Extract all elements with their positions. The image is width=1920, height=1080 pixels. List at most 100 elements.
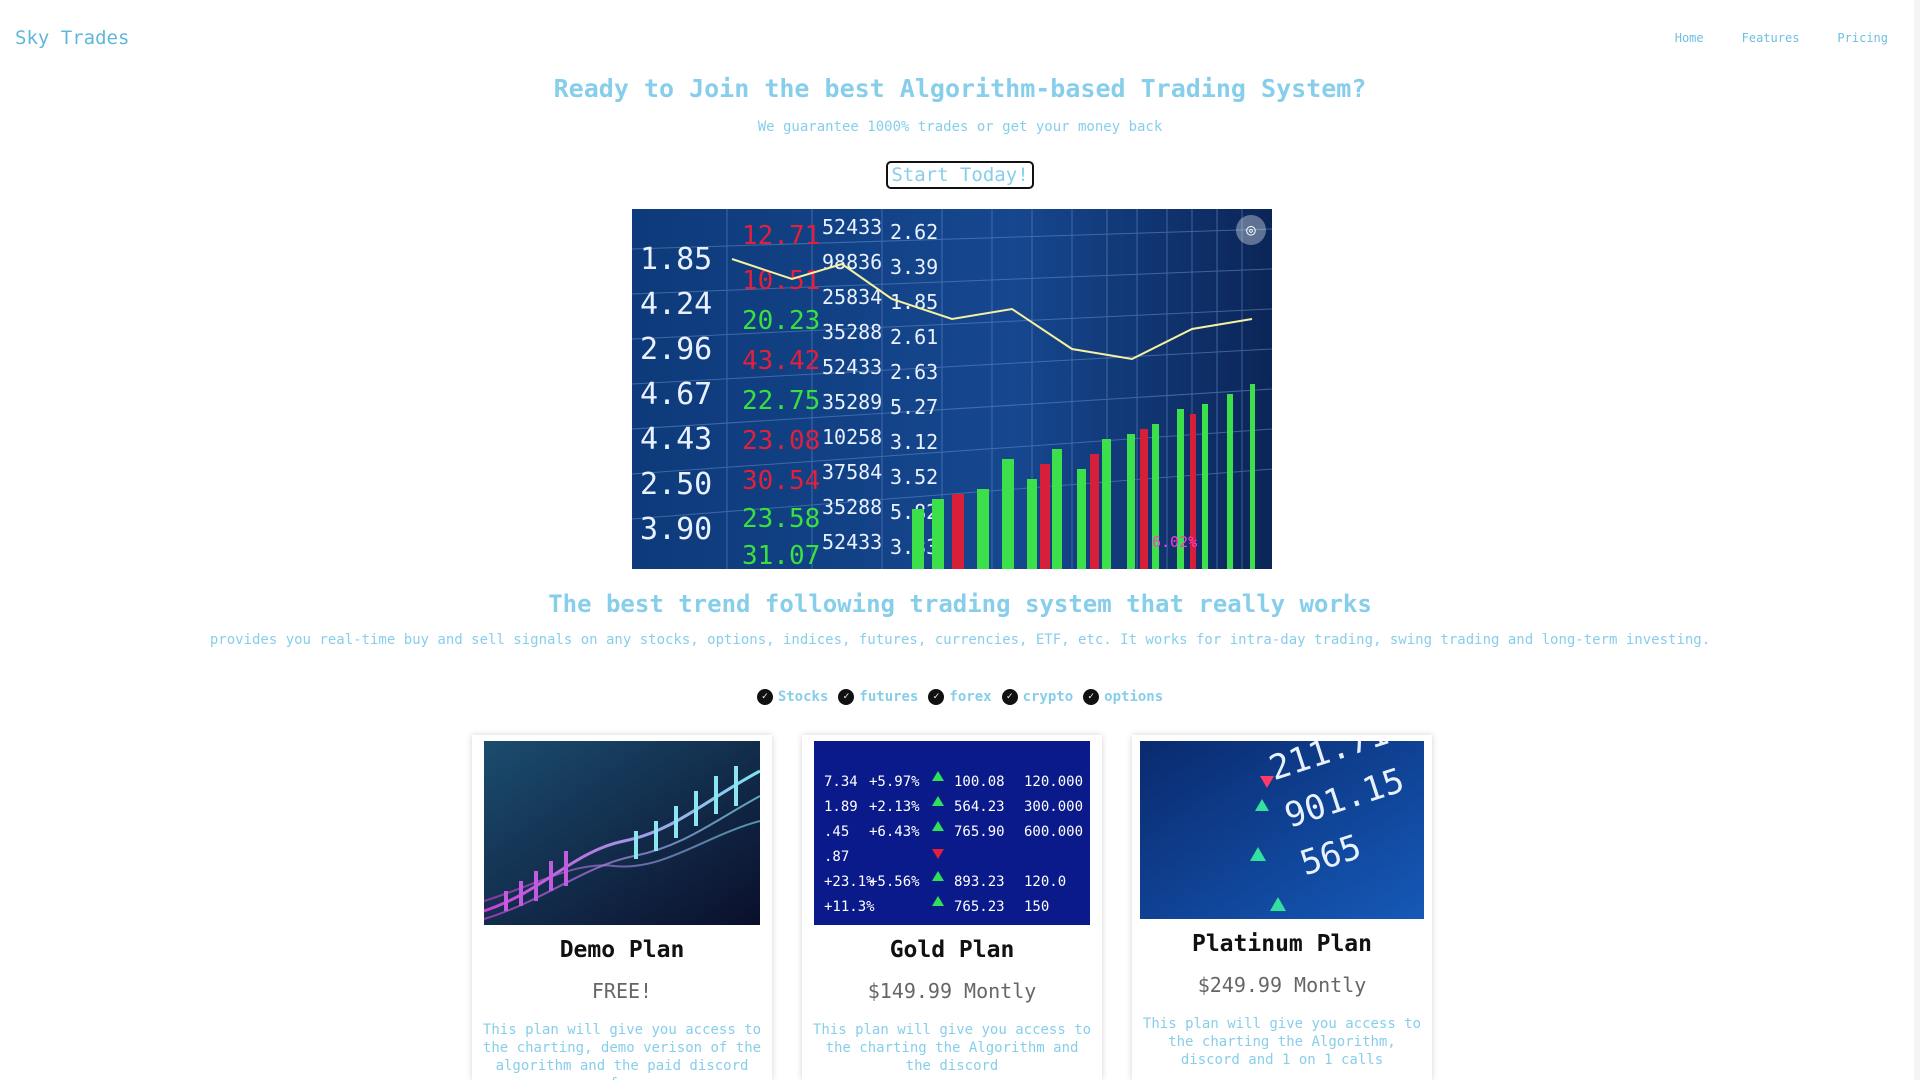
plan-image-chart	[484, 741, 760, 925]
market-item-options: ✓ options	[1083, 689, 1163, 705]
svg-text:1.85: 1.85	[890, 290, 938, 314]
svg-text:.45: .45	[824, 824, 849, 840]
market-item-futures: ✓ futures	[838, 689, 918, 705]
check-circle-icon: ✓	[928, 689, 945, 705]
svg-text:12.71: 12.71	[742, 221, 820, 251]
plan-price: $149.99 Montly	[867, 979, 1037, 1003]
svg-text:30.54: 30.54	[742, 466, 820, 496]
check-circle-icon: ✓	[1001, 689, 1018, 705]
svg-text:1.89: 1.89	[824, 799, 858, 815]
svg-text:3.90: 3.90	[640, 512, 712, 547]
plan-title: Gold Plan	[889, 937, 1015, 963]
check-circle-icon: ✓	[1083, 689, 1100, 705]
svg-text:2.62: 2.62	[890, 220, 938, 244]
nav-pricing-link[interactable]: Pricing	[1837, 31, 1888, 45]
page-scrollbar[interactable]	[1914, 0, 1920, 1080]
nav-features-link[interactable]: Features	[1742, 31, 1800, 45]
svg-text:+5.56%: +5.56%	[869, 874, 920, 890]
plan-price: $249.99 Montly	[1197, 973, 1367, 997]
plan-card-platinum[interactable]: 211.71 901.15 565 Platinum Plan $249.99 …	[1132, 735, 1432, 1080]
svg-text:2.61: 2.61	[890, 325, 938, 349]
svg-text:23.08: 23.08	[742, 426, 820, 456]
svg-text:120.000: 120.000	[1024, 774, 1083, 790]
market-item-crypto: ✓ crypto	[1001, 689, 1074, 705]
nav-home-link[interactable]: Home	[1675, 31, 1704, 45]
svg-text:23.58: 23.58	[742, 504, 820, 534]
svg-text:600.000: 600.000	[1024, 824, 1083, 840]
svg-text:893.23: 893.23	[954, 874, 1005, 890]
svg-text:20.23: 20.23	[742, 306, 820, 336]
plan-card-gold[interactable]: 7.34 1.89 .45 .87 +23.1% +11.3% +5.97% +…	[802, 735, 1102, 1080]
svg-text:+6.43%: +6.43%	[869, 824, 920, 840]
plan-price: FREE!	[591, 979, 653, 1003]
svg-text:+2.13%: +2.13%	[869, 799, 920, 815]
plan-image-ticker: 7.34 1.89 .45 .87 +23.1% +11.3% +5.97% +…	[814, 741, 1090, 925]
market-label: futures	[859, 689, 919, 705]
svg-text:+5.97%: +5.97%	[869, 774, 920, 790]
svg-text:2.50: 2.50	[640, 467, 712, 502]
stock-board-graphic: 1.85 4.24 2.96 4.67 4.43 2.50 3.90 12.71…	[632, 209, 1272, 569]
svg-text:35288: 35288	[822, 320, 882, 344]
svg-text:2.96: 2.96	[640, 332, 712, 367]
svg-text:37584: 37584	[822, 460, 882, 484]
svg-text:765.90: 765.90	[954, 824, 1005, 840]
svg-text:52433: 52433	[822, 215, 882, 239]
section-description: provides you real-time buy and sell sign…	[209, 632, 1711, 648]
svg-text:4.43: 4.43	[640, 422, 712, 457]
svg-text:5.27: 5.27	[890, 395, 938, 419]
hero-headline: Ready to Join the best Algorithm-based T…	[553, 74, 1367, 103]
svg-text:564.23: 564.23	[954, 799, 1005, 815]
market-item-stocks: ✓ Stocks	[756, 689, 829, 705]
svg-text:300.000: 300.000	[1024, 799, 1083, 815]
plan-image-board: 211.71 901.15 565	[1140, 741, 1424, 919]
svg-text:52433: 52433	[822, 530, 882, 554]
svg-text:10258: 10258	[822, 425, 882, 449]
hero-image-percent: 6.02%	[1152, 533, 1197, 551]
svg-text:43.42: 43.42	[742, 346, 820, 376]
svg-text:2.63: 2.63	[890, 360, 938, 384]
hero-stock-board-image: 1.85 4.24 2.96 4.67 4.43 2.50 3.90 12.71…	[632, 209, 1272, 569]
section-title: The best trend following trading system …	[548, 590, 1372, 618]
svg-text:10.51: 10.51	[742, 266, 820, 296]
navbar: Sky Trades Home Features Pricing	[0, 0, 1920, 76]
hero-subline: We guarantee 1000% trades or get your mo…	[757, 119, 1163, 135]
svg-text:765.23: 765.23	[954, 899, 1005, 915]
svg-text:7.34: 7.34	[824, 774, 858, 790]
svg-text:35289: 35289	[822, 390, 882, 414]
pricing-cards: Demo Plan FREE! This plan will give you …	[0, 735, 1920, 1080]
svg-text:150: 150	[1024, 899, 1049, 915]
market-label: forex	[949, 689, 992, 705]
svg-text:120.0: 120.0	[1024, 874, 1066, 890]
plan-title: Platinum Plan	[1191, 931, 1372, 957]
svg-text:4.67: 4.67	[640, 377, 712, 412]
svg-text:1.85: 1.85	[640, 242, 712, 277]
market-list: ✓ Stocks ✓ futures ✓ forex ✓ crypto ✓ op…	[0, 689, 1920, 705]
plan-description: This plan will give you access to the ch…	[812, 1022, 1092, 1074]
svg-text:4.24: 4.24	[640, 287, 712, 322]
svg-text:100.08: 100.08	[954, 774, 1005, 790]
svg-text:22.75: 22.75	[742, 386, 820, 416]
plan-card-demo[interactable]: Demo Plan FREE! This plan will give you …	[472, 735, 772, 1080]
check-circle-icon: ✓	[756, 689, 773, 705]
nav-links: Home Features Pricing	[1675, 31, 1888, 45]
svg-text:35288: 35288	[822, 495, 882, 519]
plan-description: This plan will give you access to the ch…	[482, 1022, 762, 1080]
start-today-button[interactable]: Start Today!	[886, 161, 1034, 189]
lens-icon[interactable]: ◎	[1236, 215, 1266, 245]
svg-text:3.52: 3.52	[890, 465, 938, 489]
brand-logo[interactable]: Sky Trades	[15, 27, 129, 49]
svg-text:3.39: 3.39	[890, 255, 938, 279]
svg-text:3.12: 3.12	[890, 430, 938, 454]
market-label: crypto	[1022, 689, 1074, 705]
plan-description: This plan will give you access to the ch…	[1142, 1016, 1422, 1068]
svg-text:+23.1%: +23.1%	[824, 874, 875, 890]
market-item-forex: ✓ forex	[928, 689, 992, 705]
svg-text:.87: .87	[824, 849, 849, 865]
svg-text:52433: 52433	[822, 355, 882, 379]
check-circle-icon: ✓	[838, 689, 855, 705]
plan-title: Demo Plan	[559, 937, 685, 963]
market-label: Stocks	[777, 689, 829, 705]
market-label: options	[1104, 689, 1164, 705]
svg-text:25834: 25834	[822, 285, 882, 309]
svg-text:31.07: 31.07	[742, 541, 820, 569]
